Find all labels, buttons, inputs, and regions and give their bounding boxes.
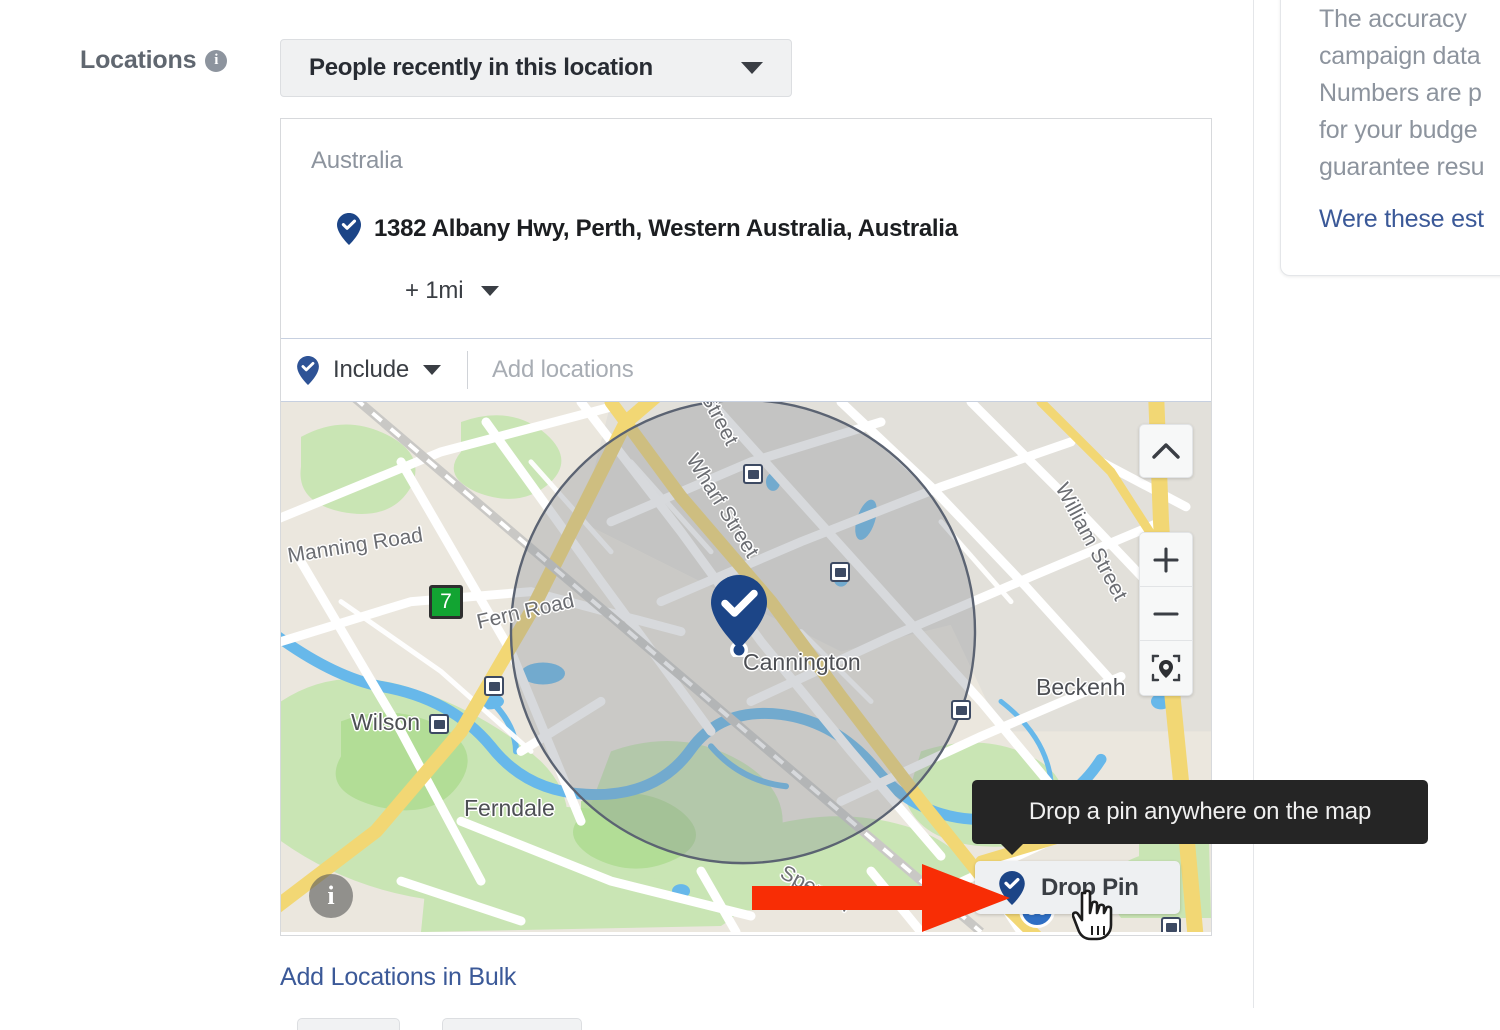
bottom-button-left[interactable] (297, 1018, 400, 1030)
minus-icon (1153, 611, 1179, 616)
estimate-text-line: campaign data (1319, 42, 1481, 70)
page-title: Locations (80, 46, 197, 74)
include-mode-dropdown[interactable]: Include (297, 355, 441, 385)
include-bar: Include (281, 338, 1211, 401)
estimate-text-line: guarantee resu (1319, 153, 1485, 181)
estimate-text-line: The accuracy (1319, 5, 1467, 33)
divider (467, 351, 468, 389)
chevron-down-icon (423, 365, 441, 375)
map-zoom-controls (1139, 532, 1193, 696)
location-address: 1382 Albany Hwy, Perth, Western Australi… (374, 215, 958, 242)
location-type-dropdown[interactable]: People recently in this location (280, 39, 792, 97)
plus-icon (1153, 546, 1179, 573)
audience-estimate-card: The accuracy campaign data Numbers are p… (1280, 0, 1500, 276)
radius-value: + 1mi (405, 277, 464, 304)
collapse-map-button[interactable] (1139, 424, 1193, 478)
highway-shield: 7 (429, 585, 463, 619)
selected-locations-list: Australia 1382 Albany Hwy, Perth, Wester… (281, 119, 1211, 338)
add-locations-in-bulk-link[interactable]: Add Locations in Bulk (280, 963, 516, 992)
drop-pin-label: Drop Pin (1041, 873, 1139, 901)
pin-check-icon (297, 355, 319, 385)
rail-station-icon (830, 562, 850, 582)
rail-station-icon (951, 700, 971, 720)
add-locations-input[interactable] (490, 355, 1050, 385)
map-attribution-info-icon[interactable]: i (309, 874, 353, 918)
location-type-value: People recently in this location (309, 54, 653, 81)
rail-station-icon (743, 464, 763, 484)
estimate-text-line: Numbers are p (1319, 79, 1482, 107)
chevron-down-icon (481, 286, 500, 296)
zoom-in-button[interactable] (1140, 533, 1192, 587)
rail-station-icon (484, 676, 504, 696)
drop-pin-button[interactable]: Drop Pin (975, 861, 1180, 914)
pin-target-icon (1151, 654, 1181, 682)
zoom-out-button[interactable] (1140, 587, 1192, 641)
chevron-down-icon (741, 62, 763, 74)
rail-station-icon (1161, 917, 1181, 932)
info-icon[interactable]: i (205, 49, 228, 72)
panel-divider (1253, 0, 1254, 1008)
pin-check-icon (999, 870, 1025, 905)
pin-check-icon (337, 213, 361, 245)
list-item[interactable]: 1382 Albany Hwy, Perth, Western Australi… (281, 213, 1211, 245)
tooltip-text: Drop a pin anywhere on the map (1028, 798, 1372, 825)
locations-field-label: Locations i (80, 46, 228, 75)
map-canvas[interactable]: Manning Road Fern Road Wharf Street s St… (281, 401, 1211, 932)
country-group-header: Australia (311, 147, 403, 174)
estimate-text-line: for your budge (1319, 116, 1478, 144)
include-mode-value: Include (333, 356, 409, 383)
rail-station-icon (429, 714, 449, 734)
locations-targeting-screen: Locations i People recently in this loca… (0, 0, 1500, 1030)
bottom-button-right[interactable] (442, 1018, 582, 1030)
locate-pin-button[interactable] (1140, 641, 1192, 695)
radius-dropdown[interactable]: + 1mi (281, 277, 1211, 305)
were-these-estimates-link[interactable]: Were these est (1319, 205, 1500, 234)
drop-pin-tooltip: Drop a pin anywhere on the map (972, 780, 1428, 855)
chevron-up-icon (1152, 443, 1180, 459)
